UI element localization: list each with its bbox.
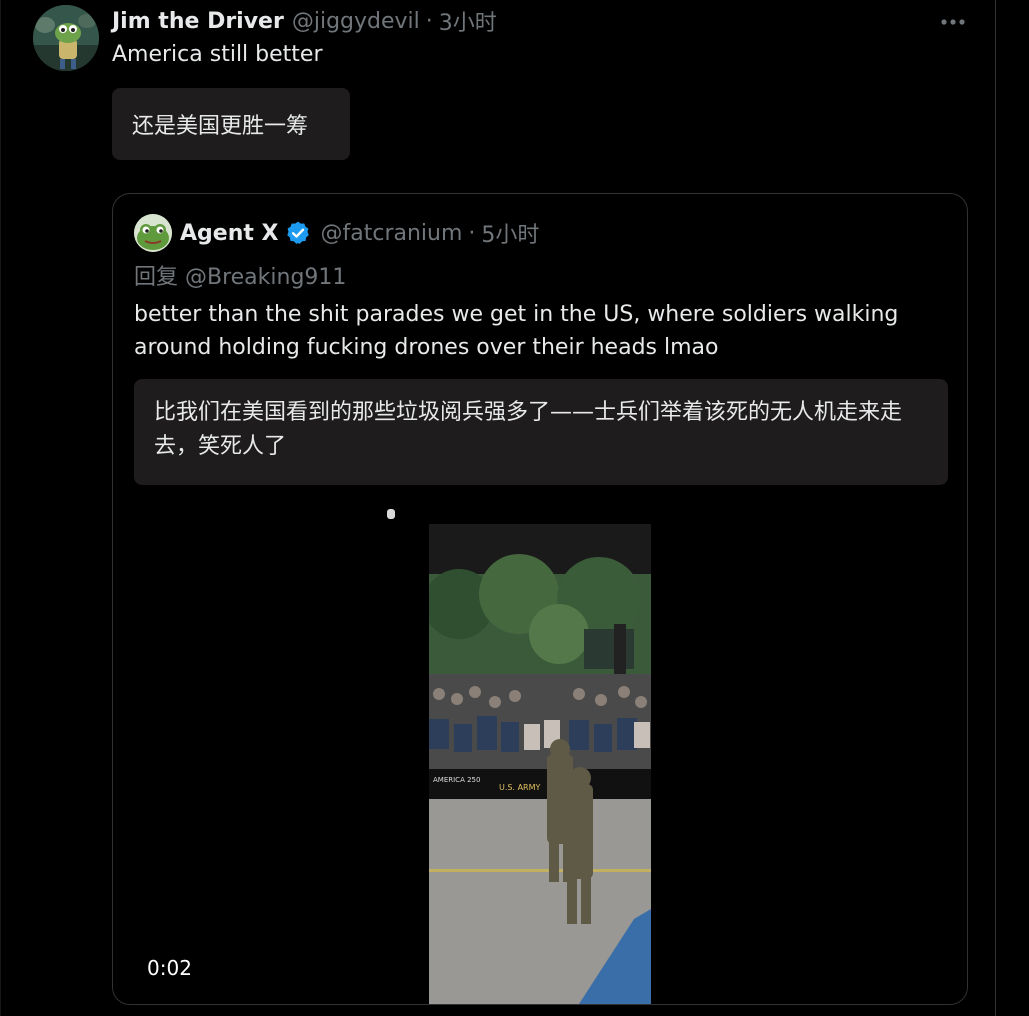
frog-avatar-icon bbox=[33, 5, 99, 71]
tweet-translation: 还是美国更胜一筹 bbox=[112, 88, 350, 160]
video-timestamp: 0:02 bbox=[147, 956, 192, 980]
reply-to-label[interactable]: 回复 @Breaking911 bbox=[134, 259, 346, 291]
more-options-button[interactable] bbox=[936, 8, 970, 36]
timeline-left-border bbox=[0, 0, 1, 1016]
video-player[interactable]: AMERICA 250 U.S. ARMY 0:02 bbox=[113, 499, 967, 1004]
parade-video-frame-image: AMERICA 250 U.S. ARMY bbox=[429, 524, 651, 1004]
quoted-separator-dot: · bbox=[468, 220, 476, 246]
author-avatar[interactable] bbox=[33, 5, 99, 71]
timeline-right-border bbox=[995, 0, 996, 1016]
quoted-author-display-name[interactable]: Agent X bbox=[180, 221, 279, 246]
more-horizontal-icon bbox=[941, 19, 965, 25]
tweet-page: Jim the Driver @jiggydevil · 3小时 America… bbox=[0, 0, 1029, 1016]
author-display-name[interactable]: Jim the Driver bbox=[112, 9, 284, 34]
separator-dot: · bbox=[425, 8, 433, 34]
pepe-avatar-icon bbox=[134, 214, 172, 252]
video-thumbnail[interactable]: AMERICA 250 U.S. ARMY bbox=[429, 524, 651, 1004]
video-loading-indicator bbox=[387, 509, 395, 519]
tweet-timestamp[interactable]: 3小时 bbox=[439, 5, 497, 37]
tweet-text: America still better bbox=[112, 42, 323, 67]
quoted-tweet-text: better than the shit parades we get in t… bbox=[134, 302, 899, 360]
quoted-tweet-translation: 比我们在美国看到的那些垃圾阅兵强多了——士兵们举着该死的无人机走来走去，笑死人了 bbox=[134, 379, 948, 485]
quoted-tweet-timestamp[interactable]: 5小时 bbox=[481, 217, 539, 249]
quoted-tweet-header: Agent X @fatcranium · 5小时 bbox=[180, 216, 539, 250]
tweet-header: Jim the Driver @jiggydevil · 3小时 bbox=[112, 5, 497, 37]
video-banner-text: AMERICA 250 bbox=[433, 776, 480, 784]
quoted-author-avatar[interactable] bbox=[134, 214, 172, 252]
video-banner-text-2: U.S. ARMY bbox=[499, 783, 540, 792]
verified-badge-icon bbox=[286, 221, 309, 244]
quoted-tweet-card[interactable]: Agent X @fatcranium · 5小时 回复 @Breaking91… bbox=[112, 193, 968, 1005]
quoted-author-handle[interactable]: @fatcranium bbox=[321, 221, 463, 246]
author-handle[interactable]: @jiggydevil bbox=[292, 9, 420, 34]
